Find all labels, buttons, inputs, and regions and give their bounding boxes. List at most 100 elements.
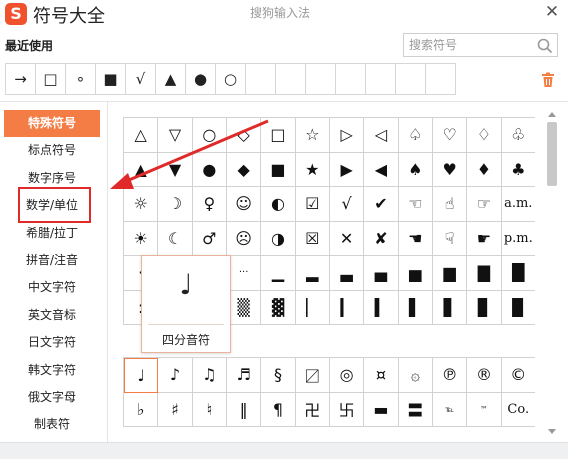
- sidebar-item-7[interactable]: 英文音标: [4, 302, 100, 329]
- symbol-cell[interactable]: p.m.: [501, 221, 535, 256]
- symbol-cell[interactable]: ♯: [158, 392, 193, 427]
- symbol-cell[interactable]: ▁: [261, 256, 296, 291]
- symbol-cell[interactable]: ℡: [432, 392, 468, 427]
- recent-symbol-cell[interactable]: [365, 63, 396, 95]
- symbol-cell[interactable]: ▲: [124, 152, 159, 187]
- recent-symbol-cell[interactable]: [275, 63, 306, 95]
- symbol-cell[interactable]: ©: [501, 358, 535, 393]
- symbol-cell[interactable]: ♡: [432, 118, 468, 153]
- symbol-cell[interactable]: ▍: [364, 290, 399, 325]
- trash-icon[interactable]: [541, 72, 555, 88]
- symbol-cell[interactable]: ☞: [467, 187, 502, 222]
- search-box[interactable]: [403, 33, 558, 57]
- recent-symbol-cell[interactable]: [335, 63, 366, 95]
- symbol-cell[interactable]: ◀: [364, 152, 399, 187]
- symbol-cell[interactable]: ♠: [398, 152, 433, 187]
- symbol-cell[interactable]: □: [261, 118, 296, 153]
- symbol-cell[interactable]: ▋: [432, 290, 468, 325]
- symbol-cell[interactable]: ▄: [364, 256, 399, 291]
- symbol-cell[interactable]: ▏: [295, 290, 330, 325]
- symbol-cell[interactable]: 〼: [295, 358, 330, 393]
- symbol-cell[interactable]: ♪: [158, 358, 193, 393]
- recent-symbol-cell[interactable]: [245, 63, 276, 95]
- symbol-cell[interactable]: ▓: [261, 290, 296, 325]
- symbol-cell[interactable]: ▒: [226, 290, 262, 325]
- symbol-cell[interactable]: §: [261, 358, 296, 393]
- symbol-cell[interactable]: ۞: [398, 358, 433, 393]
- symbol-cell[interactable]: ♂: [192, 221, 227, 256]
- symbol-cell[interactable]: ¶: [261, 392, 296, 427]
- symbol-cell[interactable]: ▎: [329, 290, 365, 325]
- symbol-cell[interactable]: ℗: [432, 358, 468, 393]
- symbol-cell[interactable]: ✕: [329, 221, 365, 256]
- symbol-cell[interactable]: ☼: [124, 187, 159, 222]
- symbol-cell[interactable]: ♀: [192, 187, 227, 222]
- symbol-cell[interactable]: ♢: [467, 118, 502, 153]
- recent-symbol-cell[interactable]: →: [5, 63, 36, 95]
- symbol-cell[interactable]: ▌: [398, 290, 433, 325]
- symbol-cell[interactable]: ♭: [124, 392, 159, 427]
- sidebar-item-5[interactable]: 拼音/注音: [4, 247, 100, 274]
- symbol-cell[interactable]: ☹: [226, 221, 262, 256]
- recent-symbol-cell[interactable]: □: [35, 63, 66, 95]
- symbol-cell[interactable]: ◐: [261, 187, 296, 222]
- sidebar-item-11[interactable]: 制表符: [4, 411, 100, 438]
- symbol-cell[interactable]: ✔: [364, 187, 399, 222]
- symbol-cell[interactable]: ▆: [432, 256, 468, 291]
- symbol-cell[interactable]: ▷: [329, 118, 365, 153]
- symbol-cell[interactable]: ▶: [329, 152, 365, 187]
- symbol-cell[interactable]: 卍: [295, 392, 330, 427]
- recent-symbol-cell[interactable]: [305, 63, 336, 95]
- symbol-cell[interactable]: ☜: [398, 187, 433, 222]
- symbol-cell[interactable]: ■: [261, 152, 296, 187]
- symbol-cell[interactable]: ☑: [295, 187, 330, 222]
- recent-symbol-cell[interactable]: ▲: [155, 63, 186, 95]
- symbol-cell[interactable]: ‖: [226, 392, 262, 427]
- symbol-cell[interactable]: ♥: [432, 152, 468, 187]
- symbol-cell[interactable]: ◑: [261, 221, 296, 256]
- symbol-cell[interactable]: a.m.: [501, 187, 535, 222]
- symbol-cell[interactable]: ▇: [467, 256, 502, 291]
- symbol-cell[interactable]: ▉: [501, 290, 535, 325]
- recent-symbol-cell[interactable]: ●: [185, 63, 216, 95]
- symbol-cell[interactable]: ☆: [295, 118, 330, 153]
- recent-symbol-cell[interactable]: ■: [95, 63, 126, 95]
- recent-symbol-cell[interactable]: ∘: [65, 63, 96, 95]
- close-button[interactable]: ✕: [542, 2, 562, 22]
- search-input[interactable]: [409, 36, 534, 54]
- symbol-cell[interactable]: ♤: [398, 118, 433, 153]
- search-icon[interactable]: [536, 37, 554, 55]
- symbol-cell[interactable]: ★: [295, 152, 330, 187]
- symbol-cell[interactable]: △: [124, 118, 159, 153]
- symbol-cell[interactable]: ☾: [158, 221, 193, 256]
- symbol-cell[interactable]: ♣: [501, 152, 535, 187]
- symbol-cell[interactable]: ▃: [329, 256, 365, 291]
- recent-symbol-cell[interactable]: √: [125, 63, 156, 95]
- symbol-cell[interactable]: ♦: [467, 152, 502, 187]
- sidebar-item-1[interactable]: 标点符号: [4, 137, 100, 164]
- symbol-cell[interactable]: ☚: [398, 221, 433, 256]
- symbol-cell[interactable]: 卐: [329, 392, 365, 427]
- symbol-cell[interactable]: ▬: [364, 392, 399, 427]
- symbol-cell[interactable]: ☽: [158, 187, 193, 222]
- symbol-cell[interactable]: ♬: [226, 358, 262, 393]
- symbol-cell[interactable]: 〓: [398, 392, 433, 427]
- scroll-down-icon[interactable]: [548, 429, 556, 434]
- sidebar-item-10[interactable]: 俄文字母: [4, 384, 100, 411]
- symbol-cell[interactable]: ™: [467, 392, 502, 427]
- symbol-cell[interactable]: ✘: [364, 221, 399, 256]
- recent-symbol-cell[interactable]: [395, 63, 426, 95]
- symbol-cell[interactable]: ▽: [158, 118, 193, 153]
- symbol-cell[interactable]: ☒: [295, 221, 330, 256]
- symbol-cell[interactable]: ☛: [467, 221, 502, 256]
- scroll-up-icon[interactable]: [548, 112, 556, 117]
- sidebar-item-6[interactable]: 中文字符: [4, 274, 100, 301]
- symbol-cell[interactable]: ◎: [329, 358, 365, 393]
- symbol-cell[interactable]: ☺: [226, 187, 262, 222]
- symbol-cell[interactable]: ♧: [501, 118, 535, 153]
- symbol-cell[interactable]: ®: [467, 358, 502, 393]
- symbol-cell[interactable]: ♮: [192, 392, 227, 427]
- symbol-cell[interactable]: ○: [192, 118, 227, 153]
- symbol-cell[interactable]: ☝: [432, 187, 468, 222]
- symbol-cell[interactable]: ◆: [226, 152, 262, 187]
